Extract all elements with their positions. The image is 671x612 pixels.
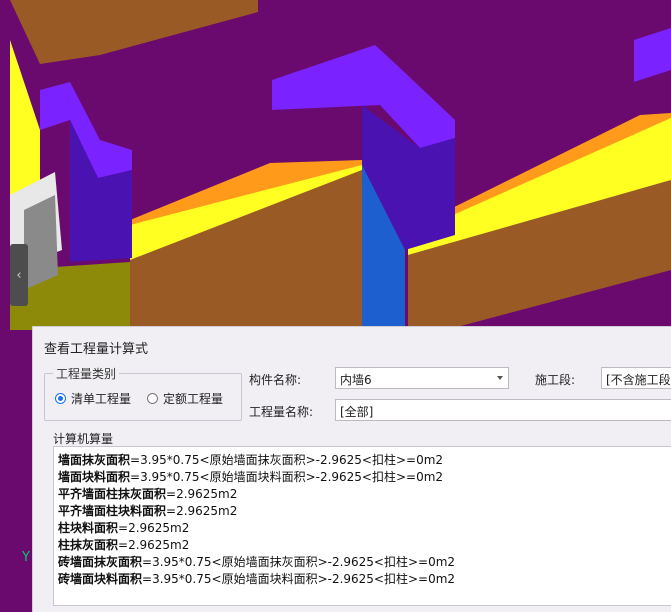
gray-panel — [24, 195, 58, 290]
calc-line: 墙面抹灰面积=3.95*0.75<原始墙面抹灰面积>-2.9625<扣柱>=0m… — [58, 453, 444, 467]
calc-formula-dialog: 查看工程量计算式 工程量类别 清单工程量 定额工程量 构件名称: 内墙6 施工段… — [32, 326, 671, 612]
calc-line: 柱块料面积=2.9625m2 — [58, 521, 190, 535]
construction-stage-select[interactable]: [不含施工段] — [601, 367, 671, 389]
quantity-name-select[interactable]: [全部] — [335, 399, 671, 421]
component-name-label: 构件名称: — [249, 373, 302, 387]
axis-label: Y — [22, 550, 30, 565]
radio-quota-quantity-icon[interactable] — [147, 393, 158, 404]
radio-bill-quantity-icon[interactable] — [55, 393, 66, 404]
construction-stage-label: 施工段: — [535, 373, 576, 387]
calc-line: 砖墙面块料面积=3.95*0.75<原始墙面块料面积>-2.9625<扣柱>=0… — [58, 572, 456, 586]
calc-group-legend: 计算机算量 — [53, 432, 114, 446]
quantity-name-value: [全部] — [340, 405, 374, 419]
calc-line: 平齐墙面柱块料面积=2.9625m2 — [58, 504, 238, 518]
calc-line: 柱抹灰面积=2.9625m2 — [58, 538, 190, 552]
collapse-panel-icon[interactable]: ‹ — [10, 244, 28, 306]
component-name-value: 内墙6 — [340, 373, 372, 387]
calc-line: 平齐墙面柱抹灰面积=2.9625m2 — [58, 487, 238, 501]
radio-bill-quantity-label: 清单工程量 — [71, 392, 132, 406]
calc-formula-box[interactable]: 墙面抹灰面积=3.95*0.75<原始墙面抹灰面积>-2.9625<扣柱>=0m… — [53, 446, 671, 606]
radio-quota-quantity[interactable]: 定额工程量 — [147, 390, 223, 407]
quantity-type-legend: 工程量类别 — [53, 365, 120, 382]
quantity-type-group: 工程量类别 清单工程量 定额工程量 — [44, 365, 242, 421]
calc-line: 墙面块料面积=3.95*0.75<原始墙面块料面积>-2.9625<扣柱>=0m… — [58, 470, 444, 484]
radio-quota-quantity-label: 定额工程量 — [163, 392, 224, 406]
construction-stage-value: [不含施工段] — [606, 373, 671, 387]
calc-line: 砖墙面抹灰面积=3.95*0.75<原始墙面抹灰面积>-2.9625<扣柱>=0… — [58, 555, 456, 569]
component-name-select[interactable]: 内墙6 — [335, 367, 509, 389]
chevron-down-icon[interactable] — [497, 376, 503, 380]
dialog-title: 查看工程量计算式 — [44, 342, 149, 357]
radio-bill-quantity[interactable]: 清单工程量 — [55, 390, 131, 407]
quantity-name-label: 工程量名称: — [249, 405, 314, 419]
